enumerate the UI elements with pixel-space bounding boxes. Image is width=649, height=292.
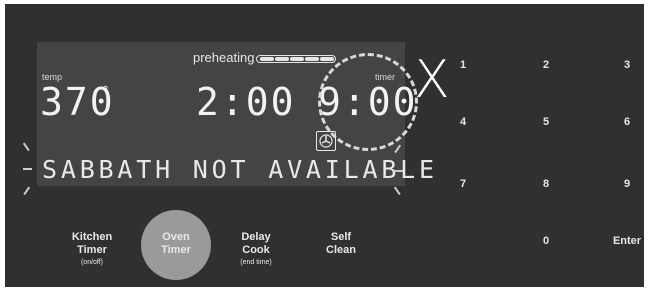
self-clean-line1: Self <box>330 231 352 243</box>
key-6[interactable]: 6 <box>607 116 647 128</box>
preheat-progress-bar <box>256 55 336 63</box>
cook-time-readout: 2:00 <box>196 80 296 124</box>
delay-cook-line2: Cook <box>242 244 270 256</box>
self-clean-line2: Clean <box>326 244 356 256</box>
preheating-label: preheating <box>193 50 255 65</box>
oven-timer-line1: Oven <box>162 231 190 243</box>
delay-cook-button[interactable]: Delay Cook (end time) <box>226 231 286 269</box>
kitchen-timer-button[interactable]: Kitchen Timer (on/off) <box>62 231 122 269</box>
oven-timer-line2: Timer <box>161 244 191 256</box>
key-4[interactable]: 4 <box>443 116 483 128</box>
flash-tick <box>23 168 32 170</box>
self-clean-button[interactable]: Self Clean <box>311 231 371 257</box>
key-1[interactable]: 1 <box>443 59 483 71</box>
display-message: SABBATH NOT AVAILABLE <box>42 155 438 184</box>
oven-timer-button[interactable]: Oven Timer <box>146 231 206 257</box>
highlight-circle <box>318 53 418 151</box>
kitchen-timer-line2: Timer <box>77 244 107 256</box>
key-5[interactable]: 5 <box>526 116 566 128</box>
delay-cook-sub: (end time) <box>240 259 272 266</box>
key-2[interactable]: 2 <box>526 59 566 71</box>
key-0[interactable]: 0 <box>526 235 566 247</box>
kitchen-timer-sub: (on/off) <box>80 259 104 266</box>
flash-tick <box>394 170 403 172</box>
kitchen-timer-line1: Kitchen <box>71 231 113 243</box>
key-7[interactable]: 7 <box>443 178 483 190</box>
enter-key[interactable]: Enter <box>607 235 647 247</box>
key-9[interactable]: 9 <box>607 178 647 190</box>
key-3[interactable]: 3 <box>607 59 647 71</box>
delay-cook-line1: Delay <box>241 231 271 243</box>
key-8[interactable]: 8 <box>526 178 566 190</box>
degree-symbol: ° <box>102 84 112 98</box>
